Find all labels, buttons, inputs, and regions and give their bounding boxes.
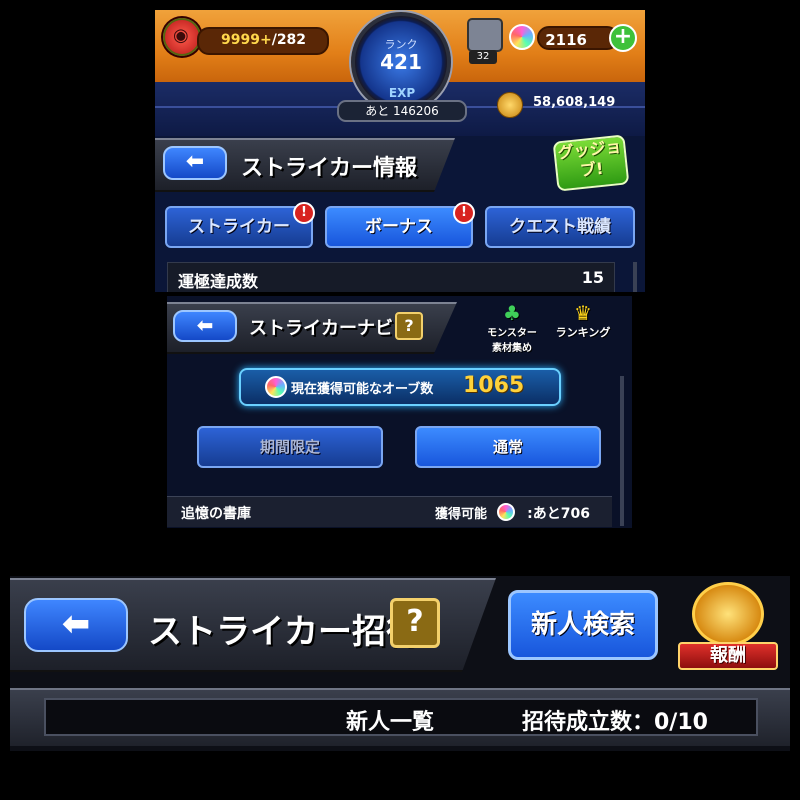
tab-label: ストライカー [188, 217, 290, 237]
invite-count: 招待成立数：0/10 [522, 710, 708, 735]
obtainable-label: 獲得可能 [435, 507, 488, 522]
reward-button[interactable]: 報酬 [678, 582, 778, 674]
help-button[interactable]: ? [395, 312, 423, 340]
limited-time-label: 期間限定 [259, 438, 320, 456]
monster-label: モンスター [487, 328, 537, 339]
available-orbs-label: 現在獲得可能なオーブ数 [291, 382, 434, 397]
invite-list-header: 新人一覧 招待成立数：0/10 [10, 688, 790, 746]
scrollbar[interactable] [620, 376, 624, 526]
page-title: ストライカー情報 [241, 156, 418, 181]
back-button[interactable]: ⬅ [163, 146, 227, 180]
orb-count: 2116 [545, 31, 587, 49]
obtainable-value: :あと706 [527, 506, 590, 522]
new-player-list-label: 新人一覧 [346, 710, 435, 735]
ranking-button[interactable]: ♛ ランキング [549, 302, 617, 348]
monster-materials-button[interactable]: ♣ モンスター 素材集め [473, 301, 551, 354]
memory-library-label: 追憶の書庫 [181, 506, 251, 522]
scrollbar[interactable] [633, 262, 637, 292]
box-count: 32 [469, 50, 497, 64]
available-orbs-panel: 現在獲得可能なオーブ数 1065 [239, 368, 561, 406]
back-arrow-icon: ⬅ [185, 149, 205, 174]
medal-icon [692, 582, 764, 646]
orb-icon [265, 376, 287, 398]
alert-icon: ! [453, 202, 475, 224]
back-arrow-icon: ⬅ [61, 604, 91, 644]
tab-quest-record[interactable]: クエスト戦績 [485, 206, 635, 248]
page-title: ストライカー招待 [148, 612, 420, 652]
exp-remaining: あと 146206 [337, 100, 467, 122]
box-icon[interactable] [467, 18, 503, 52]
ultimate-count-value: 15 [581, 268, 604, 287]
ultimate-count-label: 運極達成数 [178, 272, 259, 291]
gold-amount: 58,608,149 [533, 95, 616, 110]
orb-icon [509, 24, 535, 50]
add-orbs-button[interactable]: + [609, 24, 637, 52]
normal-label: 通常 [492, 438, 523, 456]
new-player-search-button[interactable]: 新人検索 [508, 590, 658, 660]
available-orbs-value: 1065 [463, 373, 525, 398]
good-job-button[interactable]: グッジョブ! [552, 134, 630, 192]
help-button[interactable]: ? [390, 598, 440, 648]
stamina-icon [163, 18, 201, 56]
materials-label: 素材集め [492, 343, 532, 354]
clover-icon: ♣ [503, 301, 521, 325]
exp-label: EXP [388, 86, 416, 100]
tab-label: クエスト戦績 [509, 217, 611, 237]
back-arrow-icon: ⬅ [196, 313, 214, 337]
gold-coin-icon [497, 92, 523, 118]
stamina-max: /282 [271, 32, 307, 48]
tab-label: ボーナス [365, 217, 433, 237]
normal-button[interactable]: 通常 [415, 426, 601, 468]
striker-invite-screen: ⬅ ストライカー招待 ? 新人検索 報酬 新人一覧 招待成立数：0/10 [10, 576, 790, 751]
striker-navi-screen: ⬅ ストライカーナビ ? ♣ モンスター 素材集め ♛ ランキング 現在獲得可能… [167, 296, 632, 528]
orb-counter: 2116 [537, 26, 619, 50]
alert-icon: ! [293, 202, 315, 224]
page-title: ストライカーナビ [249, 318, 393, 339]
reward-label: 報酬 [678, 642, 778, 670]
list-item: 運極達成数 15 [167, 262, 615, 292]
limited-time-button[interactable]: 期間限定 [197, 426, 383, 468]
back-button[interactable]: ⬅ [24, 598, 128, 652]
striker-info-screen: 9999+/282 ランク 421 EXP あと 146206 32 2116 … [155, 10, 645, 292]
stamina-meter: 9999+/282 [197, 27, 329, 55]
tab-bonus[interactable]: ボーナス [325, 206, 473, 248]
crown-icon: ♛ [574, 301, 592, 325]
ranking-label: ランキング [555, 326, 611, 339]
list-item[interactable]: 追憶の書庫 獲得可能 :あと706 [167, 496, 612, 527]
rank-value: 421 [380, 50, 422, 74]
stamina-current: 9999+ [221, 32, 272, 48]
orb-icon [497, 503, 515, 521]
back-button[interactable]: ⬅ [173, 310, 237, 342]
tab-striker[interactable]: ストライカー [165, 206, 313, 248]
search-label: 新人検索 [530, 610, 635, 640]
